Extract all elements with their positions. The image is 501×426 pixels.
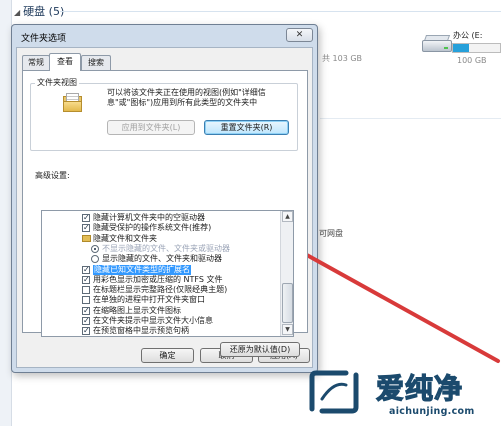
advanced-setting-row[interactable]: 用彩色显示加密或压缩的 NTFS 文件 <box>42 275 280 285</box>
setting-checkbox[interactable] <box>82 286 90 295</box>
advanced-setting-label: 不显示隐藏的文件、文件夹或驱动器 <box>102 243 230 253</box>
advanced-setting-label: 隐藏已知文件类型的扩展名 <box>93 264 191 275</box>
tab-view[interactable]: 查看 <box>49 53 81 71</box>
setting-radio[interactable] <box>91 244 99 253</box>
scroll-down-icon[interactable]: ▼ <box>282 324 293 335</box>
advanced-settings-label: 高级设置: <box>35 170 70 181</box>
advanced-setting-label: 隐藏计算机文件夹中的空驱动器 <box>93 213 205 222</box>
advanced-setting-label: 显示隐藏的文件、文件夹和驱动器 <box>102 254 222 264</box>
advanced-setting-label: 隐藏文件和文件夹 <box>93 233 157 243</box>
folder-view-group-label: 文件夹视图 <box>35 77 79 88</box>
advanced-setting-label: 在标题栏显示完整路径(仅限经典主题) <box>93 285 228 295</box>
advanced-setting-label: 用彩色显示加密或压缩的 NTFS 文件 <box>93 274 223 284</box>
setting-radio[interactable] <box>91 255 99 264</box>
advanced-setting-label: 在缩略图上显示文件图标 <box>93 305 181 315</box>
advanced-setting-row[interactable]: 不显示隐藏的文件、文件夹或驱动器 <box>42 244 280 254</box>
restore-defaults-button[interactable]: 还原为默认值(D) <box>220 342 300 357</box>
setting-checkbox[interactable] <box>82 275 90 285</box>
folder-icon <box>82 234 91 242</box>
watermark-url: aichunjing.com <box>389 406 475 417</box>
reset-folders-button[interactable]: 重置文件夹(R) <box>204 120 289 135</box>
setting-checkbox[interactable] <box>82 326 90 336</box>
dialog-client-area: 常规 查看 搜索 文件夹视图 可以将该文件夹正在使用的视图(例如"详细信 息"或… <box>16 47 313 368</box>
advanced-settings-scrollbar[interactable]: ▲ ▼ <box>280 211 293 336</box>
advanced-setting-row[interactable]: 在缩略图上显示文件图标 <box>42 306 280 316</box>
advanced-setting-label: 在预览窗格中显示预览句柄 <box>93 326 189 336</box>
advanced-setting-row[interactable]: 在文件夹提示中显示文件大小信息 <box>42 316 280 326</box>
folder-view-description-line-1: 可以将该文件夹正在使用的视图(例如"详细信 <box>107 88 266 97</box>
folder-icon <box>63 93 83 113</box>
folder-view-description-line-2: 息"或"图标")应用到所有此类型的文件夹中 <box>107 98 258 107</box>
advanced-setting-label: 在文件夹提示中显示文件大小信息 <box>93 316 213 325</box>
setting-checkbox[interactable] <box>82 265 90 275</box>
advanced-setting-row[interactable]: 隐藏文件和文件夹 <box>42 234 280 244</box>
setting-checkbox[interactable] <box>82 223 90 233</box>
advanced-setting-row[interactable]: 隐藏已知文件类型的扩展名 <box>42 264 280 275</box>
advanced-settings-list[interactable]: 隐藏计算机文件夹中的空驱动器隐藏受保护的操作系统文件(推荐)隐藏文件和文件夹不显… <box>41 210 294 337</box>
scroll-thumb[interactable] <box>282 283 293 323</box>
setting-checkbox[interactable] <box>82 296 90 305</box>
advanced-setting-label: 在单独的进程中打开文件夹窗口 <box>93 295 205 305</box>
setting-checkbox[interactable] <box>82 213 90 223</box>
watermark-brand: 爱纯净 <box>375 371 464 405</box>
advanced-setting-row[interactable]: 在单独的进程中打开文件夹窗口 <box>42 295 280 305</box>
setting-checkbox[interactable] <box>82 316 90 326</box>
view-tab-panel: 文件夹视图 可以将该文件夹正在使用的视图(例如"详细信 息"或"图标")应用到所… <box>22 70 308 357</box>
apply-to-folders-button[interactable]: 应用到文件夹(L) <box>107 120 195 135</box>
advanced-setting-row[interactable]: 隐藏受保护的操作系统文件(推荐) <box>42 223 280 233</box>
folder-options-dialog: 文件夹选项 ✕ 常规 查看 搜索 文件夹视图 可以将该文件夹正在使用的视图(例如… <box>11 24 318 373</box>
advanced-setting-row[interactable]: 隐藏计算机文件夹中的空驱动器 <box>42 213 280 223</box>
advanced-setting-row[interactable]: 显示隐藏的文件、文件夹和驱动器 <box>42 254 280 264</box>
setting-checkbox[interactable] <box>82 306 90 316</box>
advanced-setting-row[interactable]: 在标题栏显示完整路径(仅限经典主题) <box>42 285 280 295</box>
watermark-logo-icon <box>309 370 359 414</box>
scroll-up-icon[interactable]: ▲ <box>282 211 293 222</box>
advanced-setting-label: 隐藏受保护的操作系统文件(推荐) <box>93 223 212 233</box>
advanced-setting-row[interactable]: 在预览窗格中显示预览句柄 <box>42 326 280 336</box>
